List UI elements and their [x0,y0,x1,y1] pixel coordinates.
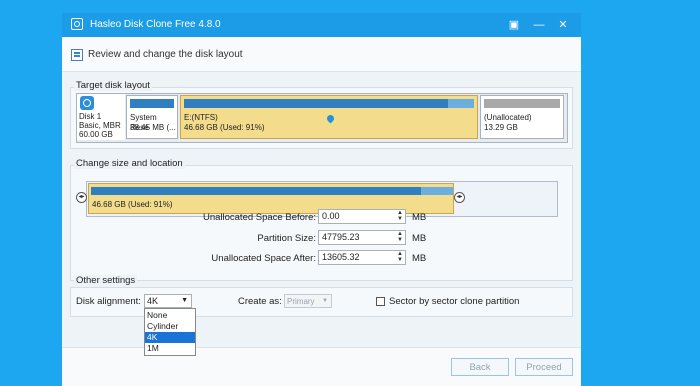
app-window: Hasleo Disk Clone Free 4.8.0 ▣ — ✕ Revie… [62,13,581,386]
create-as-value: Primary [287,297,315,306]
resize-usage-bar [91,187,421,195]
sector-clone-checkbox[interactable] [376,297,385,306]
partition-size-label: Partition Size: [257,233,316,244]
unallocated-before-input[interactable]: 0.00 ▲ ▼ [318,209,406,224]
partition-usage-bar [184,99,448,108]
unallocated-after-input[interactable]: 13605.32 ▲ ▼ [318,250,406,265]
spin-value: 47795.23 [322,232,360,242]
disk-info[interactable]: Disk 1 Basic, MBR 60.00 GB [77,94,125,140]
resize-label: Change size and location [74,158,185,169]
disk-icon [80,96,94,110]
close-icon[interactable]: ✕ [554,16,572,34]
step-header: Review and change the disk layout [62,37,581,72]
title-bar: Hasleo Disk Clone Free 4.8.0 ▣ — ✕ [62,13,581,37]
alignment-option-cylinder[interactable]: Cylinder [145,321,195,332]
spin-value: 0.00 [322,211,340,221]
disk-alignment-dropdown: None Cylinder 4K 1M [144,308,196,356]
partition-info: 46.68 GB (Used: 91%) [184,123,265,132]
target-disk-label: Target disk layout [74,80,152,91]
spin-arrows-icon[interactable]: ▲ ▼ [397,210,403,222]
window-title: Hasleo Disk Clone Free 4.8.0 [90,19,221,30]
layout-step-icon [71,49,83,61]
partition-unallocated[interactable]: (Unallocated) 13.29 GB [480,95,564,139]
disk-alignment-select[interactable]: 4K ▼ [144,294,192,308]
disk-alignment-label: Disk alignment: [76,296,141,307]
partition-label: E:(NTFS) [184,113,218,122]
partition-system-reserved[interactable]: System Rese 38.45 MB (... [126,95,178,139]
chevron-down-icon: ▼ [181,297,188,304]
resize-right-handle[interactable]: ◂▸ [454,192,465,203]
partition-usage-bar [484,99,560,108]
location-pin-icon [325,113,336,124]
partition-info: 13.29 GB [484,123,518,132]
resize-left-handle[interactable]: ◂▸ [76,192,87,203]
unit-label: MB [412,212,427,223]
unit-label: MB [412,233,427,244]
create-as-select[interactable]: Primary ▼ [284,294,332,308]
spin-arrows-icon[interactable]: ▲ ▼ [397,251,403,263]
spin-arrows-icon[interactable]: ▲ ▼ [397,231,403,243]
back-button[interactable]: Back [451,358,509,376]
other-settings-label: Other settings [74,275,138,286]
unallocated-before-label: Unallocated Space Before: [202,212,316,223]
alignment-option-none[interactable]: None [145,310,195,321]
unallocated-after-label: Unallocated Space After: [211,253,316,264]
unit-label: MB [412,253,427,264]
spin-value: 13605.32 [322,252,360,262]
sector-clone-label: Sector by sector clone partition [389,296,520,307]
restore-icon[interactable]: ▣ [505,16,523,34]
alignment-option-4k[interactable]: 4K [145,332,195,343]
partition-info: 38.45 MB (... [130,123,176,132]
app-logo-icon [71,18,83,30]
minimize-icon[interactable]: — [530,16,548,34]
resize-partition-text: 46.68 GB (Used: 91%) [92,200,173,209]
step-title: Review and change the disk layout [88,49,243,60]
partition-usage-bar [130,99,174,108]
create-as-label: Create as: [238,296,282,307]
partition-label: (Unallocated) [484,113,532,122]
chevron-down-icon: ▼ [322,298,328,304]
disk-alignment-value: 4K [147,296,159,306]
proceed-button[interactable]: Proceed [515,358,573,376]
partition-e-ntfs[interactable]: E:(NTFS) 46.68 GB (Used: 91%) [180,95,478,139]
partition-size-input[interactable]: 47795.23 ▲ ▼ [318,230,406,245]
disk-size: 60.00 GB [79,130,113,139]
alignment-option-1m[interactable]: 1M [145,343,195,354]
